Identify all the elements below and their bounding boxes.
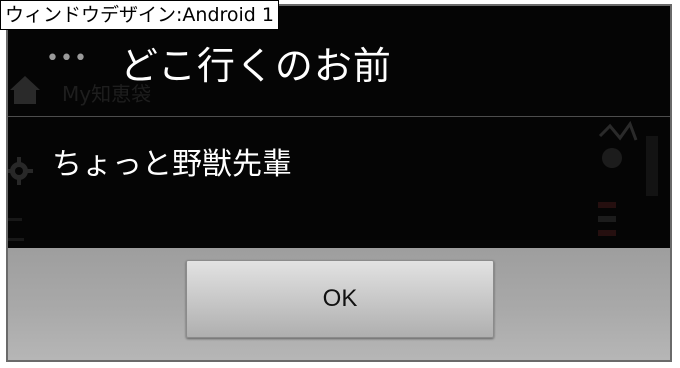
background-line [8,218,22,221]
button-bar: OK [8,248,670,360]
home-icon [10,76,40,104]
overflow-menu-icon: ••• [46,46,88,71]
title-divider [8,116,670,117]
background-line [8,238,24,241]
gear-icon [8,157,33,185]
dialog-message: ちょっと野獣先輩 [52,147,292,182]
android-dialog: ••• My知恵袋 どこ行くのお前 ちょっと野獣先輩 OK [6,4,672,362]
window-title-label: ウィンドウデザイン:Android 1 [0,0,279,30]
background-decoration [598,120,658,236]
dialog-title: どこ行くのお前 [120,44,392,88]
ok-button[interactable]: OK [186,260,494,338]
